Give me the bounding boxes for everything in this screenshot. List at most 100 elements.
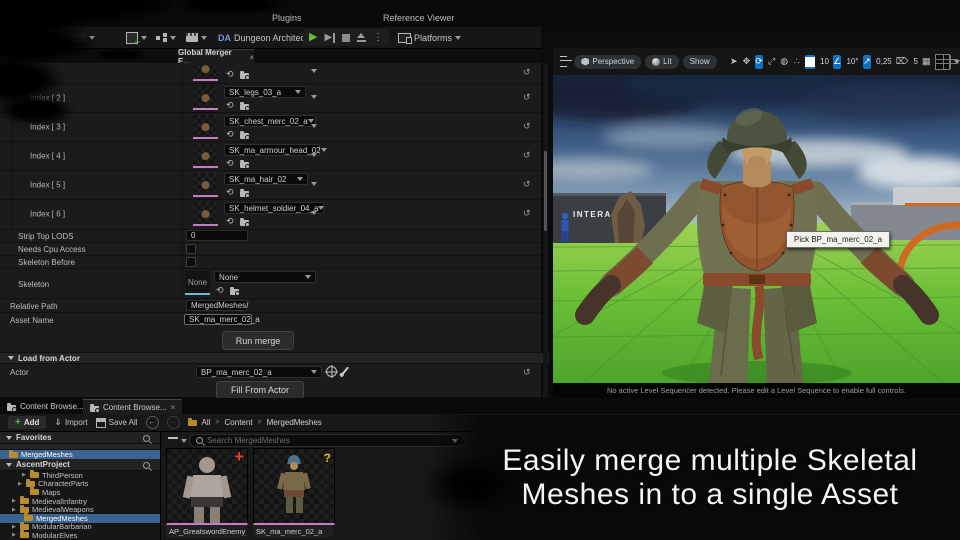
breadcrumb-mergedmeshes[interactable]: MergedMeshes: [267, 418, 322, 427]
fill-from-actor-button[interactable]: Fill From Actor: [216, 381, 304, 399]
dungeon-architect-button[interactable]: DA Dungeon Architect: [218, 30, 308, 45]
expand-arrow-icon[interactable]: ▶: [18, 481, 23, 487]
use-selected-icon[interactable]: ⟲: [226, 216, 234, 227]
needs-cpu-access-checkbox[interactable]: [186, 244, 196, 254]
frame-skip-icon[interactable]: ▶: [324, 33, 335, 43]
chevron-down-icon[interactable]: [181, 439, 187, 443]
search-icon[interactable]: [143, 435, 150, 442]
tree-item-modularbarbarian[interactable]: ▶ModularBarbarian: [0, 523, 160, 532]
mesh-thumbnail[interactable]: [193, 86, 218, 110]
browse-to-asset-icon[interactable]: [240, 133, 249, 139]
maximize-viewport-icon[interactable]: ▦: [922, 55, 931, 69]
use-selected-icon[interactable]: ⟲: [226, 158, 234, 169]
angle-snap-value[interactable]: 10°: [846, 57, 858, 66]
tab-global-merger[interactable]: Global Merger E... ×: [178, 49, 254, 64]
obscured-dropdown-button[interactable]: [28, 30, 95, 45]
pick-actor-icon[interactable]: [326, 366, 337, 377]
rotate-tool-icon[interactable]: ⟳: [755, 55, 764, 69]
platforms-button[interactable]: Platforms: [398, 30, 461, 45]
tree-item-modularelves[interactable]: ▶ModularElves: [0, 531, 160, 540]
show-button[interactable]: Show: [683, 55, 717, 69]
content-browser-tab-2[interactable]: Content Browse... ×: [83, 399, 182, 415]
perspective-button[interactable]: Perspective: [574, 55, 641, 69]
eject-icon[interactable]: [357, 33, 366, 42]
expand-row-icon[interactable]: [311, 182, 317, 186]
scale-tool-icon[interactable]: ⤢: [767, 55, 776, 69]
reset-to-default-icon[interactable]: ↺: [523, 367, 531, 378]
reset-to-default-icon[interactable]: ↺: [523, 150, 531, 161]
browse-to-asset-icon[interactable]: [240, 104, 249, 110]
expand-row-icon[interactable]: [311, 69, 317, 73]
grid-snap-icon[interactable]: [805, 55, 815, 69]
grid-snap-value[interactable]: 10: [820, 57, 829, 66]
actor-select[interactable]: BP_ma_merc_02_a: [196, 366, 322, 378]
expand-arrow-icon[interactable]: ▶: [12, 524, 17, 530]
expand-arrow-icon[interactable]: ▶: [12, 532, 17, 538]
favorites-header[interactable]: Favorites: [0, 432, 160, 444]
mesh-select[interactable]: SK_helmet_soldier_04_a: [224, 202, 324, 214]
search-assets-input[interactable]: Search MergedMeshes: [189, 434, 465, 447]
add-content-button[interactable]: [126, 30, 147, 45]
asset-tile-greatswordenemy[interactable]: + AP_GreatswordEnemy_SK: [166, 448, 246, 537]
camera-speed-icon[interactable]: ⌦: [896, 55, 909, 69]
mesh-select[interactable]: SK_ma_hair_02: [224, 173, 308, 185]
favorite-mergedmeshes[interactable]: MergedMeshes: [0, 450, 160, 459]
browse-to-asset-icon[interactable]: [230, 289, 239, 295]
reset-to-default-icon[interactable]: ↺: [523, 179, 531, 190]
skeleton-thumbnail[interactable]: None: [185, 271, 210, 295]
tree-item-medievalinfantry[interactable]: ▶MedievalInfantry: [0, 497, 160, 506]
angle-snap-icon[interactable]: ∠: [833, 55, 842, 69]
tree-item-characterparts[interactable]: ▶CharacterParts: [0, 480, 160, 489]
add-button[interactable]: +Add: [8, 416, 46, 429]
use-selected-icon[interactable]: ⟲: [226, 187, 234, 198]
relative-path-input[interactable]: MergedMeshes/: [186, 300, 248, 311]
asset-name-input[interactable]: SK_ma_merc_02_a: [184, 314, 252, 325]
viewport-menu-icon[interactable]: [560, 56, 567, 67]
reset-to-default-icon[interactable]: ↺: [523, 92, 531, 103]
mesh-thumbnail[interactable]: [193, 144, 218, 168]
reset-to-default-icon[interactable]: ↺: [523, 67, 531, 78]
move-tool-icon[interactable]: ✥: [742, 55, 751, 69]
menu-tab-reference-viewer[interactable]: Reference Viewer: [383, 13, 454, 23]
mesh-thumbnail[interactable]: [193, 63, 218, 81]
select-tool-icon[interactable]: ➤: [730, 55, 739, 69]
scale-snap-value[interactable]: 0,25: [876, 57, 892, 66]
tree-item-maps[interactable]: Maps: [0, 488, 160, 497]
mesh-select[interactable]: SK_legs_03_a: [224, 86, 306, 98]
cinematics-button[interactable]: [186, 30, 207, 45]
browse-to-asset-icon[interactable]: [240, 162, 249, 168]
browse-to-asset-icon[interactable]: [240, 191, 249, 197]
lit-button[interactable]: Lit: [645, 55, 678, 69]
asset-tile-mamerc[interactable]: ? SK_ma_merc_02_a: [253, 448, 333, 537]
mesh-thumbnail[interactable]: [193, 173, 218, 197]
menu-tab-plugins[interactable]: Plugins: [272, 13, 302, 23]
blueprints-button[interactable]: [156, 30, 176, 45]
skeleton-select[interactable]: None: [214, 271, 316, 283]
expand-row-icon[interactable]: [311, 211, 317, 215]
use-selected-icon[interactable]: ⟲: [226, 129, 234, 140]
mesh-thumbnail[interactable]: [193, 202, 218, 226]
use-selected-icon[interactable]: ⟲: [226, 100, 234, 111]
world-coordinate-icon[interactable]: ◍: [780, 55, 789, 69]
details-scrollbar[interactable]: [543, 63, 548, 397]
stop-icon[interactable]: [342, 34, 350, 42]
mesh-thumbnail[interactable]: [193, 115, 218, 139]
use-selected-icon[interactable]: ⟲: [226, 69, 234, 80]
mesh-select[interactable]: SK_ma_armour_head_02: [224, 144, 320, 156]
browse-to-asset-icon[interactable]: [240, 220, 249, 226]
mesh-select[interactable]: SK_chest_merc_02_a: [224, 115, 316, 127]
search-icon[interactable]: [143, 462, 150, 469]
close-icon[interactable]: ×: [249, 53, 254, 62]
play-icon[interactable]: ▶: [309, 32, 317, 43]
save-all-button[interactable]: Save All: [96, 418, 138, 428]
scale-snap-icon[interactable]: ↗: [863, 55, 872, 69]
content-browser-tab-1[interactable]: Content Browse...: [0, 399, 91, 414]
breadcrumb-all[interactable]: All: [202, 418, 211, 427]
forward-icon[interactable]: →: [167, 416, 180, 429]
camera-speed-value[interactable]: 5: [913, 57, 917, 66]
expand-row-icon[interactable]: [311, 124, 317, 128]
skeleton-before-checkbox[interactable]: [186, 257, 196, 267]
expand-row-icon[interactable]: [311, 153, 317, 157]
expand-arrow-icon[interactable]: ▶: [12, 507, 17, 513]
close-icon[interactable]: ×: [171, 403, 176, 412]
